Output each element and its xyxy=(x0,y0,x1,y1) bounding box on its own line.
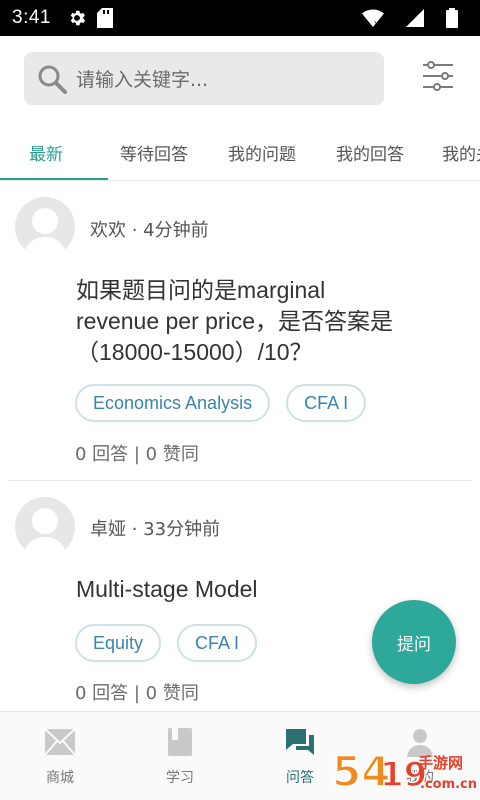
tab-my-follows[interactable]: 我的关 xyxy=(432,124,480,180)
chat-icon xyxy=(284,727,316,761)
question-card[interactable]: 欢欢 · 4分钟前 如果题目问的是marginal revenue per pr… xyxy=(0,181,480,481)
nav-label: 问答 xyxy=(286,769,314,786)
tag-economics-analysis[interactable]: Economics Analysis xyxy=(75,384,271,422)
book-icon xyxy=(166,727,194,761)
tag-cfa-i[interactable]: CFA I xyxy=(286,384,367,422)
title-line: revenue per price，是否答案是 xyxy=(76,308,393,334)
svg-text:x: x xyxy=(374,19,379,27)
avatar xyxy=(15,497,75,557)
tab-awaiting-answer[interactable]: 等待回答 xyxy=(108,124,200,180)
nav-item-study[interactable]: 学习 xyxy=(120,712,240,800)
author-separator: · xyxy=(126,220,144,241)
battery-icon xyxy=(446,8,458,28)
author-name: 卓娅 xyxy=(90,519,126,540)
wifi-icon: x xyxy=(362,9,384,27)
status-time: 3:41 xyxy=(12,7,51,28)
author-separator: · xyxy=(126,519,144,540)
tag-row: Economics Analysis CFA I xyxy=(75,384,367,422)
title-line: （18000-15000）/10？ xyxy=(76,339,313,365)
site-watermark: 54 19 手游网 .com.cn xyxy=(330,742,480,800)
tab-latest[interactable]: 最新 xyxy=(0,124,92,180)
author-name: 欢欢 xyxy=(90,220,126,241)
svg-text:手游网: 手游网 xyxy=(418,754,463,772)
author-line: 欢欢 · 4分钟前 xyxy=(90,216,209,242)
ask-question-label: 提问 xyxy=(397,634,431,655)
search-icon xyxy=(34,61,70,97)
filter-sliders-icon xyxy=(421,59,455,97)
filter-button[interactable] xyxy=(418,58,458,98)
question-title[interactable]: 如果题目问的是marginal revenue per price，是否答案是 … xyxy=(76,275,472,368)
mail-icon xyxy=(44,727,76,761)
author-line: 卓娅 · 33分钟前 xyxy=(90,515,220,541)
title-line: 如果题目问的是marginal xyxy=(76,277,326,303)
status-bar: 3:41 x xyxy=(0,0,480,36)
sd-card-icon xyxy=(96,8,113,28)
tag-equity[interactable]: Equity xyxy=(75,624,162,662)
ask-question-button[interactable]: 提问 xyxy=(372,600,456,684)
question-tabs: 最新 等待回答 我的问题 我的回答 我的关 xyxy=(0,124,480,181)
tag-cfa-i[interactable]: CFA I xyxy=(177,624,258,662)
search-placeholder: 请输入关键字... xyxy=(76,69,209,91)
search-input[interactable]: 请输入关键字... xyxy=(24,52,384,105)
tag-row: Equity CFA I xyxy=(75,624,258,662)
post-time: 33分钟前 xyxy=(143,519,221,540)
avatar xyxy=(15,197,75,257)
tab-my-questions[interactable]: 我的问题 xyxy=(216,124,308,180)
nav-label: 学习 xyxy=(166,769,194,786)
signal-icon xyxy=(406,9,424,27)
svg-text:.com.cn: .com.cn xyxy=(420,777,477,792)
post-time: 4分钟前 xyxy=(143,220,209,241)
tab-my-answers[interactable]: 我的回答 xyxy=(324,124,416,180)
settings-icon xyxy=(67,8,87,28)
question-stats: 0 回答 | 0 赞同 xyxy=(75,683,199,704)
nav-item-store[interactable]: 商城 xyxy=(0,712,120,800)
nav-label: 商城 xyxy=(46,769,74,786)
search-header: 请输入关键字... xyxy=(0,36,480,124)
question-stats: 0 回答 | 0 赞同 xyxy=(75,444,199,465)
